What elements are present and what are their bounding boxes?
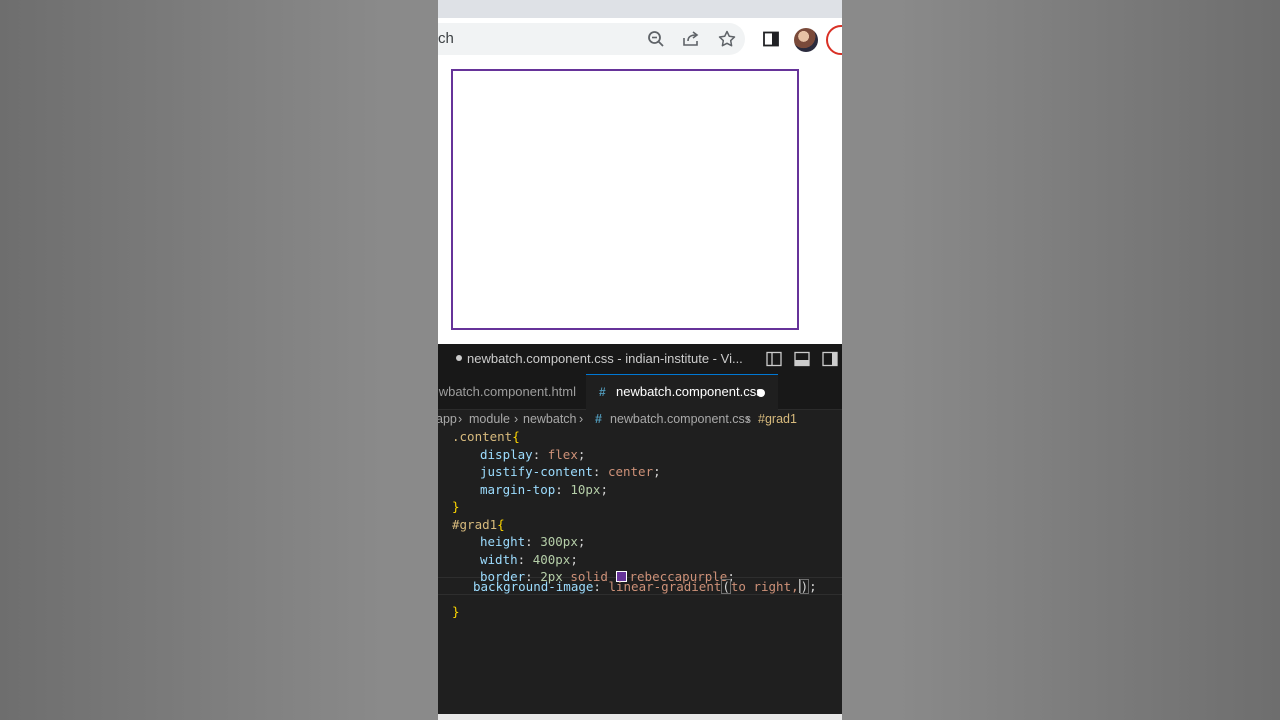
code-line: .content{ (452, 429, 520, 444)
chevron-right-icon: › (579, 412, 584, 426)
browser-tab-strip (438, 0, 842, 18)
chevron-right-icon: › (746, 412, 751, 426)
css-file-icon: # (599, 385, 606, 399)
tab-label: newbatch.component.css (616, 384, 763, 399)
toggle-secondary-sidebar-icon[interactable] (821, 350, 839, 368)
code-line-current: background-image: linear-gradient(to rig… (473, 579, 817, 594)
tab-newbatch-css[interactable]: # newbatch.component.css (586, 374, 778, 410)
code-line: margin-top: 10px; (480, 481, 608, 497)
zoom-out-icon[interactable] (645, 28, 667, 50)
code-line: justify-content: center; (480, 464, 661, 479)
unsaved-dot-icon (456, 355, 462, 361)
code-line: height: 300px; (480, 534, 586, 549)
browser-toolbar: ch (438, 18, 842, 60)
chevron-right-icon: › (458, 412, 463, 426)
chevron-right-icon: › (514, 412, 519, 426)
address-bar-text: ch (438, 30, 454, 47)
code-line: } (452, 604, 460, 619)
code-line: } (452, 499, 460, 514)
star-icon[interactable] (716, 28, 738, 50)
side-panel-icon[interactable] (760, 28, 782, 50)
profile-avatar[interactable] (794, 28, 818, 52)
breadcrumb-newbatch[interactable]: newbatch (523, 412, 577, 426)
tab-newbatch-html[interactable]: wbatch.component.html (438, 374, 584, 410)
breadcrumb-app[interactable]: app (438, 412, 457, 426)
code-line: width: 400px; (480, 551, 578, 567)
breadcrumb-file[interactable]: newbatch.component.css (610, 412, 751, 426)
toggle-panel-icon[interactable] (793, 350, 811, 368)
share-icon[interactable] (680, 28, 702, 50)
code-line: #grad1{ (452, 516, 505, 532)
window-title: newbatch.component.css - indian-institut… (467, 351, 743, 366)
code-line: display: flex; (480, 446, 586, 462)
css-file-icon: # (595, 412, 602, 426)
tab-label: wbatch.component.html (438, 384, 576, 399)
bottom-strip (438, 714, 842, 720)
breadcrumb-symbol[interactable]: #grad1 (758, 412, 797, 426)
editor-tabs: wbatch.component.html # newbatch.compone… (438, 374, 842, 410)
page-viewport (438, 60, 842, 344)
breadcrumb: app › module › newbatch › # newbatch.com… (438, 410, 842, 428)
phone-frame: ch newbatch.component.css - indian-insti… (438, 0, 842, 720)
vscode-titlebar: newbatch.component.css - indian-institut… (438, 344, 842, 374)
grad1-box (451, 69, 799, 330)
breadcrumb-module[interactable]: module (469, 412, 510, 426)
vscode-window: newbatch.component.css - indian-institut… (438, 344, 842, 714)
toggle-primary-sidebar-icon[interactable] (765, 350, 783, 368)
dirty-indicator-icon[interactable] (757, 389, 765, 397)
profile-button[interactable] (826, 25, 842, 55)
